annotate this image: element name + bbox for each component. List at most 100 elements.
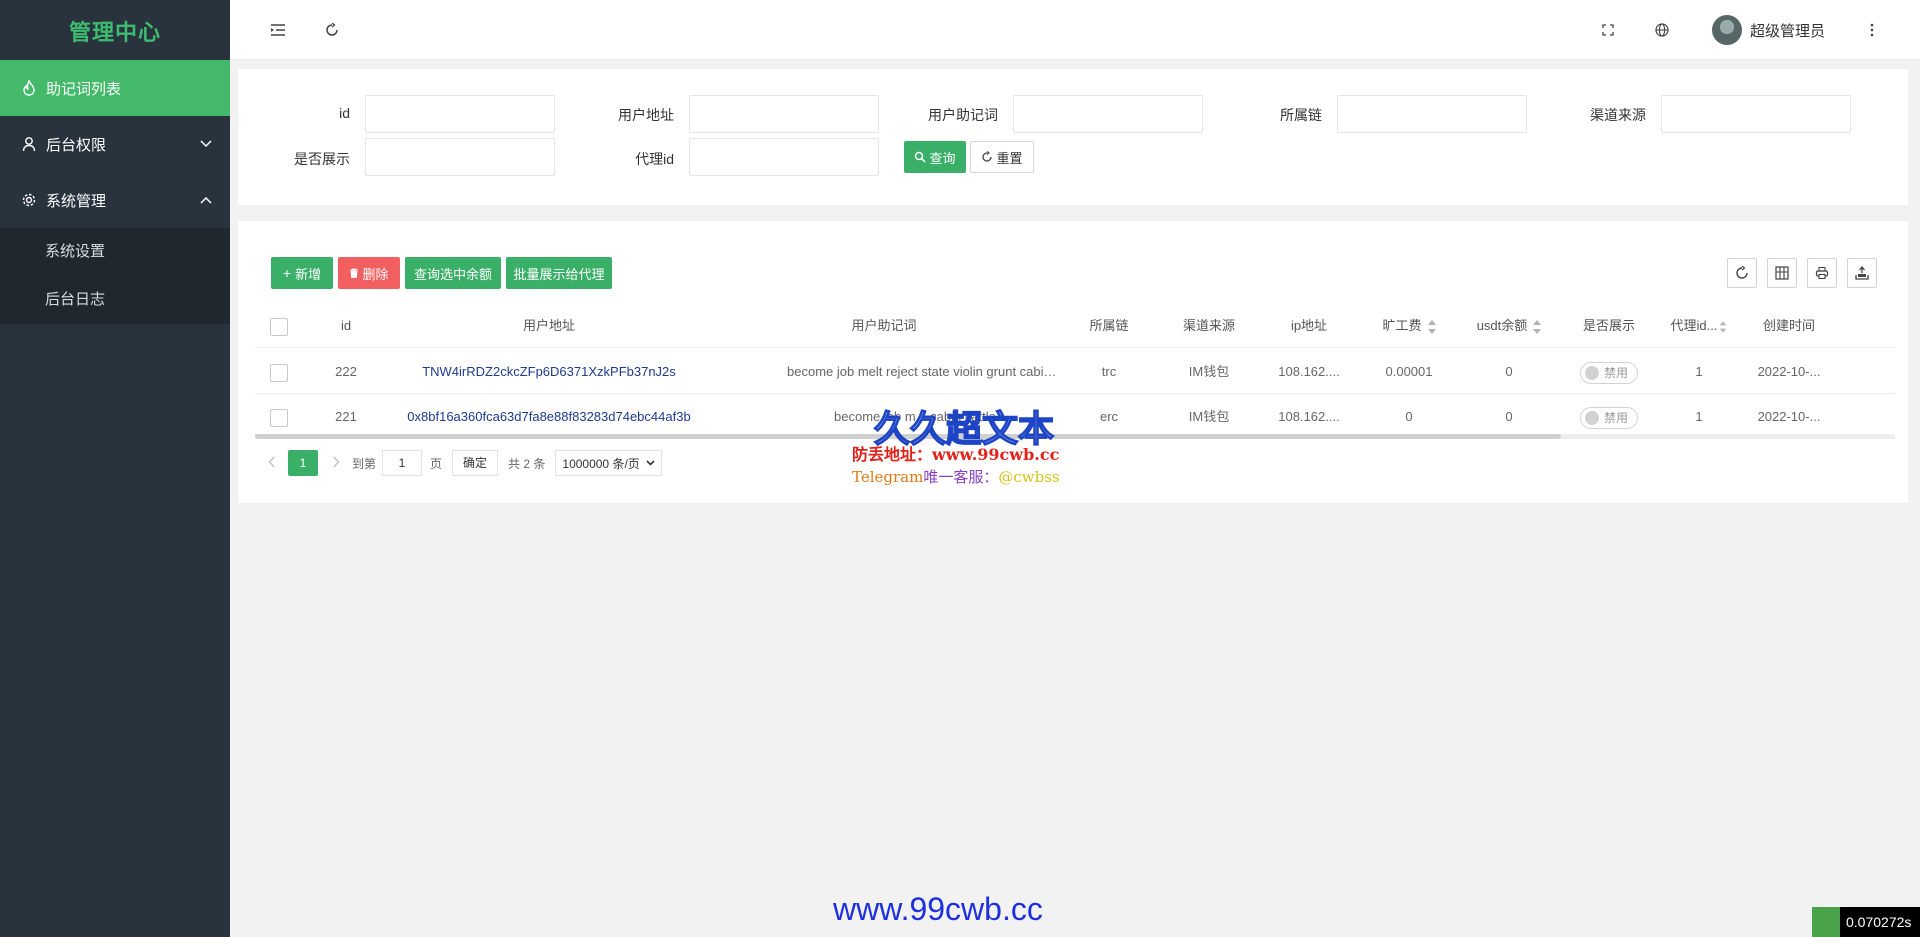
channel-input[interactable] — [1661, 95, 1851, 133]
username: 超级管理员 — [1750, 22, 1826, 40]
avatar — [1712, 15, 1742, 45]
col-channel[interactable]: 渠道来源 — [1159, 303, 1259, 348]
id-input[interactable] — [365, 95, 555, 133]
add-label: 新增 — [295, 266, 322, 282]
agent-input[interactable] — [689, 138, 879, 176]
col-usdt[interactable]: usdt余额 — [1459, 303, 1559, 348]
sidebar-item-label: 助记词列表 — [46, 80, 122, 98]
sidebar-item-mnemonic-list[interactable]: 助记词列表 — [0, 60, 230, 116]
page-size-select[interactable]: 1000000 条/页 — [555, 450, 662, 476]
refresh-icon[interactable] — [320, 18, 344, 42]
watermark-line1: 防丢地址：www.99cwb.cc — [852, 445, 1060, 464]
query-button[interactable]: 查询 — [904, 141, 966, 173]
timer-value: 0.070272s — [1846, 914, 1912, 930]
label-agent: 代理id — [635, 151, 674, 167]
sidebar-item-admin-permissions[interactable]: 后台权限 — [0, 116, 230, 172]
col-address[interactable]: 用户地址 — [389, 303, 709, 348]
table-refresh-icon[interactable] — [1727, 258, 1757, 288]
plus-icon: + — [282, 265, 292, 281]
cell-usdt: 0 — [1505, 409, 1513, 424]
sidebar-item-admin-log[interactable]: 后台日志 — [0, 276, 230, 324]
show-input[interactable] — [365, 138, 555, 176]
chain-input[interactable] — [1337, 95, 1527, 133]
menu-collapse-icon[interactable] — [266, 18, 290, 42]
top-bar: 超级管理员 — [230, 0, 1920, 60]
col-id[interactable]: id — [303, 303, 389, 348]
cell-show: 禁用 — [1559, 349, 1659, 394]
horizontal-scrollbar[interactable] — [255, 434, 1895, 439]
footer-watermark-url: www.99cwb.cc — [833, 891, 1043, 927]
chevron-down-icon — [646, 460, 655, 466]
sidebar-item-label: 后台权限 — [46, 136, 107, 154]
fullscreen-icon[interactable] — [1596, 18, 1620, 42]
render-timer: 0.070272s — [1812, 907, 1920, 937]
user-menu[interactable]: 超级管理员 — [1712, 15, 1825, 45]
add-button[interactable]: + 新增 — [271, 257, 333, 289]
select-all-checkbox[interactable] — [255, 303, 303, 348]
sidebar-item-system-management[interactable]: 系统管理 — [0, 172, 230, 228]
cell-created: 2022-10-... — [1757, 409, 1821, 424]
goto-input[interactable]: 1 — [382, 450, 423, 476]
row-checkbox[interactable] — [255, 394, 303, 439]
print-icon[interactable] — [1807, 258, 1837, 288]
chevron-up-icon — [200, 172, 212, 228]
cell-created: 2022-10-... — [1757, 364, 1821, 379]
col-agent-label: 代理id... — [1670, 318, 1718, 333]
query-label: 查询 — [929, 150, 956, 166]
table-panel: + 新增 删除 查询选中余额 批量展示给代理 id 用户地址 用户助记词 所属链… — [238, 221, 1908, 503]
chevron-down-icon — [200, 116, 212, 172]
label-mnemonic: 用户助记词 — [928, 107, 998, 123]
query-balance-button[interactable]: 查询选中余额 — [405, 257, 501, 289]
columns-icon[interactable] — [1767, 258, 1797, 288]
confirm-button[interactable]: 确定 — [452, 450, 499, 476]
watermark-telegram: Telegram — [852, 468, 924, 486]
cell-chain: erc — [1099, 409, 1119, 424]
mnemonic-input[interactable] — [1013, 95, 1203, 133]
row-checkbox[interactable] — [255, 349, 303, 394]
globe-icon[interactable] — [1650, 18, 1674, 42]
toggle-label: 禁用 — [1604, 365, 1629, 380]
sort-icon[interactable] — [1427, 319, 1436, 334]
sidebar-item-system-settings[interactable]: 系统设置 — [0, 228, 230, 276]
search-icon — [915, 151, 927, 163]
next-page-icon[interactable] — [332, 456, 340, 471]
page-1-button[interactable]: 1 — [288, 450, 318, 476]
cell-fee: 0 — [1405, 409, 1413, 424]
sidebar: 管理中心 助记词列表 后台权限 系统管理 系统设置 后台日志 — [0, 0, 230, 937]
table-row: 222 TNW4irRDZ2ckcZFp6D6371XzkPFb37nJ2s b… — [255, 349, 1895, 394]
show-toggle[interactable]: 禁用 — [1580, 406, 1638, 429]
sort-icon[interactable] — [1533, 319, 1542, 334]
col-ip[interactable]: ip地址 — [1259, 303, 1359, 348]
cell-chain: trc — [1101, 364, 1117, 379]
show-toggle[interactable]: 禁用 — [1580, 361, 1638, 384]
cell-ip: 108.162.... — [1278, 364, 1340, 379]
col-agent[interactable]: 代理id... — [1659, 303, 1739, 348]
col-fee-label: 旷工费 — [1382, 318, 1422, 333]
label-show: 是否展示 — [294, 151, 350, 167]
page-size-value: 1000000 条/页 — [562, 456, 640, 471]
label-address: 用户地址 — [618, 107, 674, 123]
col-show[interactable]: 是否展示 — [1559, 303, 1659, 348]
reset-button[interactable]: 重置 — [970, 141, 1034, 173]
export-icon[interactable] — [1847, 258, 1877, 288]
gear-icon — [20, 192, 38, 208]
watermark-line2: Telegram唯一客服：@cwbss — [852, 466, 1060, 487]
label-id: id — [339, 105, 350, 121]
page-unit: 页 — [430, 456, 443, 471]
col-mnemonic[interactable]: 用户助记词 — [709, 303, 1059, 348]
delete-button[interactable]: 删除 — [338, 257, 400, 289]
col-created[interactable]: 创建时间 — [1739, 303, 1839, 348]
sort-icon[interactable] — [1720, 320, 1727, 333]
col-chain[interactable]: 所属链 — [1059, 303, 1159, 348]
watermark-handle: @cwbss — [998, 468, 1060, 486]
more-vertical-icon[interactable] — [1860, 18, 1884, 42]
cell-fee: 0.00001 — [1385, 364, 1433, 379]
sidebar-item-label: 系统管理 — [46, 192, 107, 210]
timer-logo-icon — [1812, 907, 1840, 937]
prev-page-icon[interactable] — [268, 456, 276, 471]
batch-show-agent-button[interactable]: 批量展示给代理 — [506, 257, 612, 289]
cell-mnemonic: become job melt reject state violin grun… — [787, 364, 1061, 379]
col-fee[interactable]: 旷工费 — [1359, 303, 1459, 348]
address-input[interactable] — [689, 95, 879, 133]
col-usdt-label: usdt余额 — [1476, 318, 1528, 333]
